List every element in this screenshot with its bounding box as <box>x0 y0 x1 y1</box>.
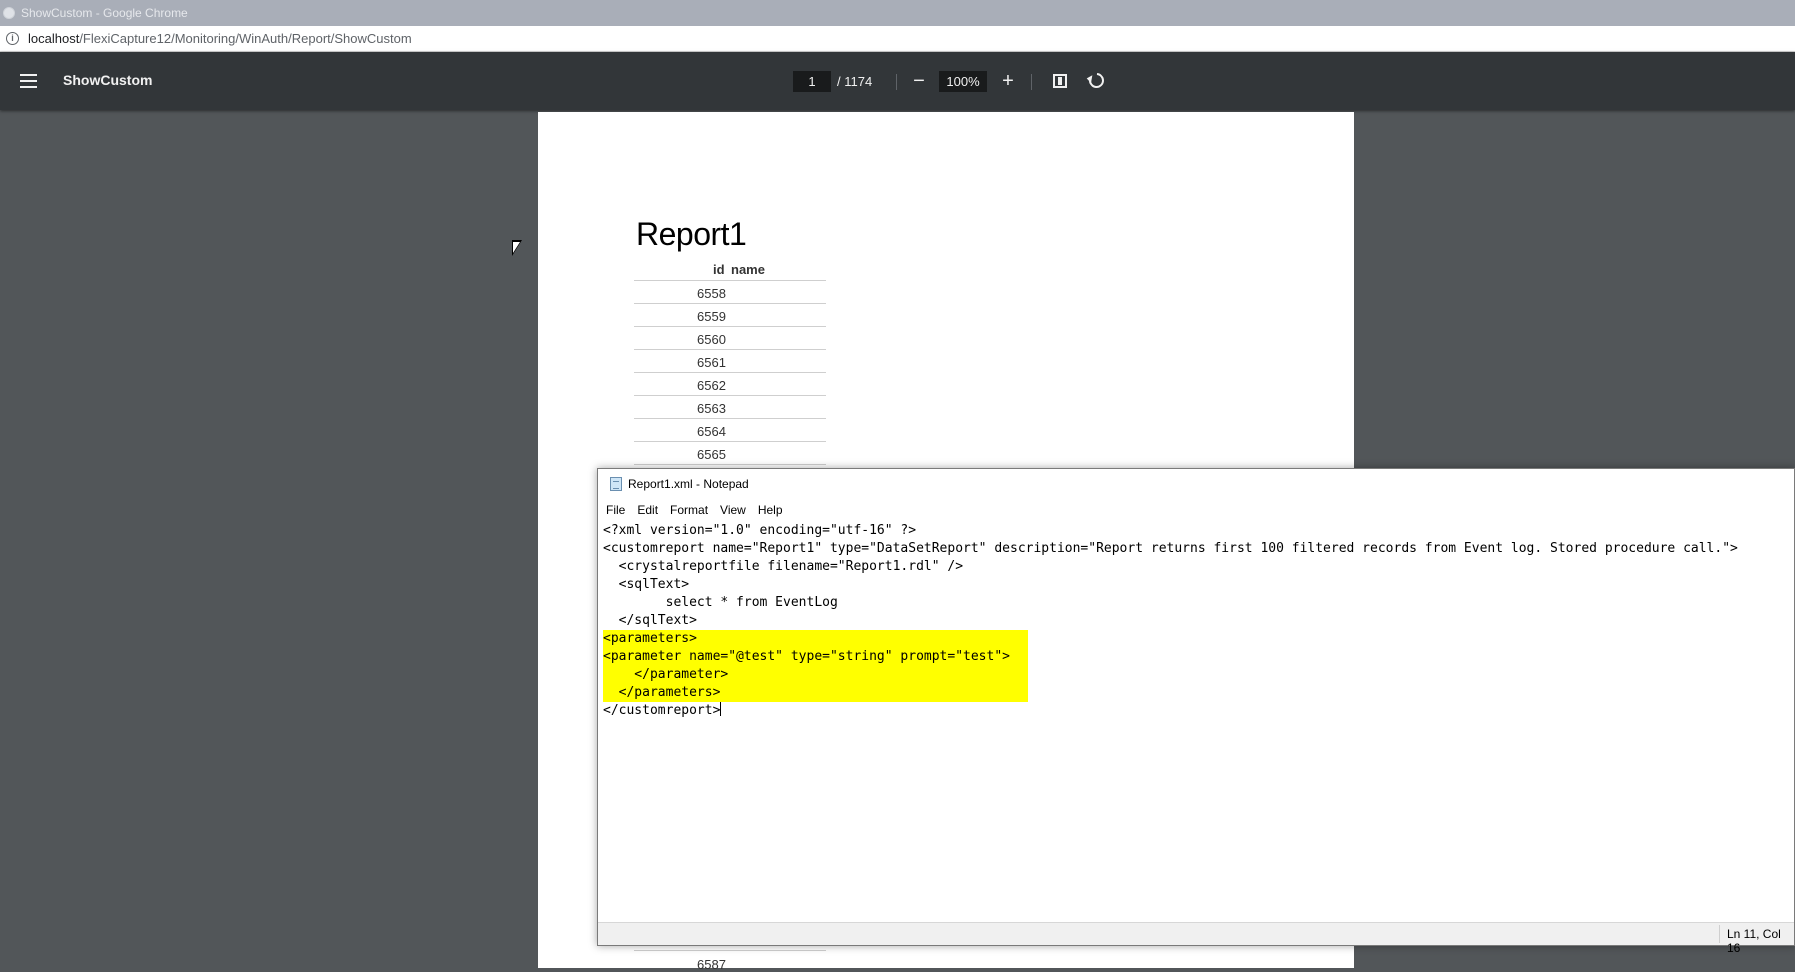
table-row: 6558 <box>634 281 826 304</box>
menu-file[interactable]: File <box>604 503 627 517</box>
info-icon[interactable]: i <box>6 32 19 45</box>
text-line: <?xml version="1.0" encoding="utf-16" ?> <box>603 523 917 538</box>
table-row: 6565 <box>634 442 826 465</box>
table-row: 6560 <box>634 327 826 350</box>
toolbar-divider <box>896 74 897 90</box>
cell-id: 6560 <box>697 332 726 347</box>
menu-help[interactable]: Help <box>756 503 785 517</box>
notepad-text-area[interactable]: <?xml version="1.0" encoding="utf-16" ?>… <box>603 522 1794 922</box>
menu-view[interactable]: View <box>718 503 748 517</box>
text-line: select * from EventLog <box>603 595 838 610</box>
page-total: / 1174 <box>837 74 873 89</box>
notepad-title-bar[interactable]: Report1.xml - Notepad <box>598 469 1794 499</box>
report-title: Report1 <box>636 216 747 252</box>
url-path[interactable]: /FlexiCapture12/Monitoring/WinAuth/Repor… <box>79 31 411 46</box>
rotate-icon[interactable] <box>1085 69 1108 92</box>
table-row: 6562 <box>634 373 826 396</box>
text-line: <parameter name="@test" type="string" pr… <box>603 649 1010 664</box>
cell-id: 6587 <box>697 957 726 972</box>
address-bar[interactable]: i localhost/FlexiCapture12/Monitoring/Wi… <box>0 26 1795 52</box>
column-header-name: name <box>731 262 765 277</box>
notepad-status-bar: Ln 11, Col 16 <box>598 922 1794 955</box>
status-divider <box>1719 925 1720 943</box>
notepad-menu-bar: File Edit Format View Help <box>598 500 1794 520</box>
window-title: ShowCustom - Google Chrome <box>21 6 188 20</box>
text-line: </parameter> <box>603 667 729 682</box>
cell-id: 6559 <box>697 309 726 324</box>
document-title: ShowCustom <box>63 72 153 88</box>
text-caret <box>720 702 722 716</box>
cell-id: 6558 <box>697 286 726 301</box>
text-line: <sqlText> <box>603 577 690 592</box>
cell-id: 6561 <box>697 355 726 370</box>
table-row: 6559 <box>634 304 826 327</box>
zoom-out-button[interactable]: − <box>907 70 931 94</box>
table-row: 6561 <box>634 350 826 373</box>
column-header-id: id <box>713 262 725 277</box>
cell-id: 6563 <box>697 401 726 416</box>
chrome-icon <box>3 7 15 19</box>
cell-id: 6562 <box>697 378 726 393</box>
cursor-position: Ln 11, Col 16 <box>1727 927 1781 955</box>
text-line-last: </customreport> <box>603 702 1794 720</box>
page-number-input[interactable] <box>793 71 831 92</box>
zoom-level[interactable]: 100% <box>939 71 987 92</box>
menu-icon[interactable] <box>20 74 37 88</box>
text-line: </parameters> <box>603 685 721 700</box>
cell-id: 6565 <box>697 447 726 462</box>
browser-title-bar: ShowCustom - Google Chrome <box>0 0 1795 26</box>
fit-page-icon[interactable] <box>1053 74 1067 88</box>
table-row: 6564 <box>634 419 826 442</box>
cell-id: 6564 <box>697 424 726 439</box>
menu-edit[interactable]: Edit <box>635 503 660 517</box>
mouse-cursor-icon <box>512 240 522 256</box>
notepad-window[interactable]: Report1.xml - Notepad File Edit Format V… <box>597 468 1795 955</box>
text-line: <parameters> <box>603 631 697 646</box>
toolbar-divider <box>1031 74 1032 90</box>
menu-format[interactable]: Format <box>668 503 710 517</box>
table-row: 6587 <box>634 950 826 972</box>
table-row: 6563 <box>634 396 826 419</box>
text-line: <crystalreportfile filename="Report1.rdl… <box>603 559 964 574</box>
text-line: </customreport> <box>603 703 721 718</box>
text-line: <customreport name="Report1" type="DataS… <box>603 541 1738 556</box>
url-host[interactable]: localhost <box>28 31 79 46</box>
zoom-in-button[interactable]: + <box>996 70 1020 94</box>
text-line: </sqlText> <box>603 613 697 628</box>
pdf-toolbar: ShowCustom / 1174 − 100% + <box>0 52 1795 110</box>
notepad-title: Report1.xml - Notepad <box>628 477 749 491</box>
table-header: id name <box>634 258 826 281</box>
notepad-icon <box>610 477 622 491</box>
report-table: id name 6558 6559 6560 6561 6562 6563 65… <box>634 258 826 465</box>
